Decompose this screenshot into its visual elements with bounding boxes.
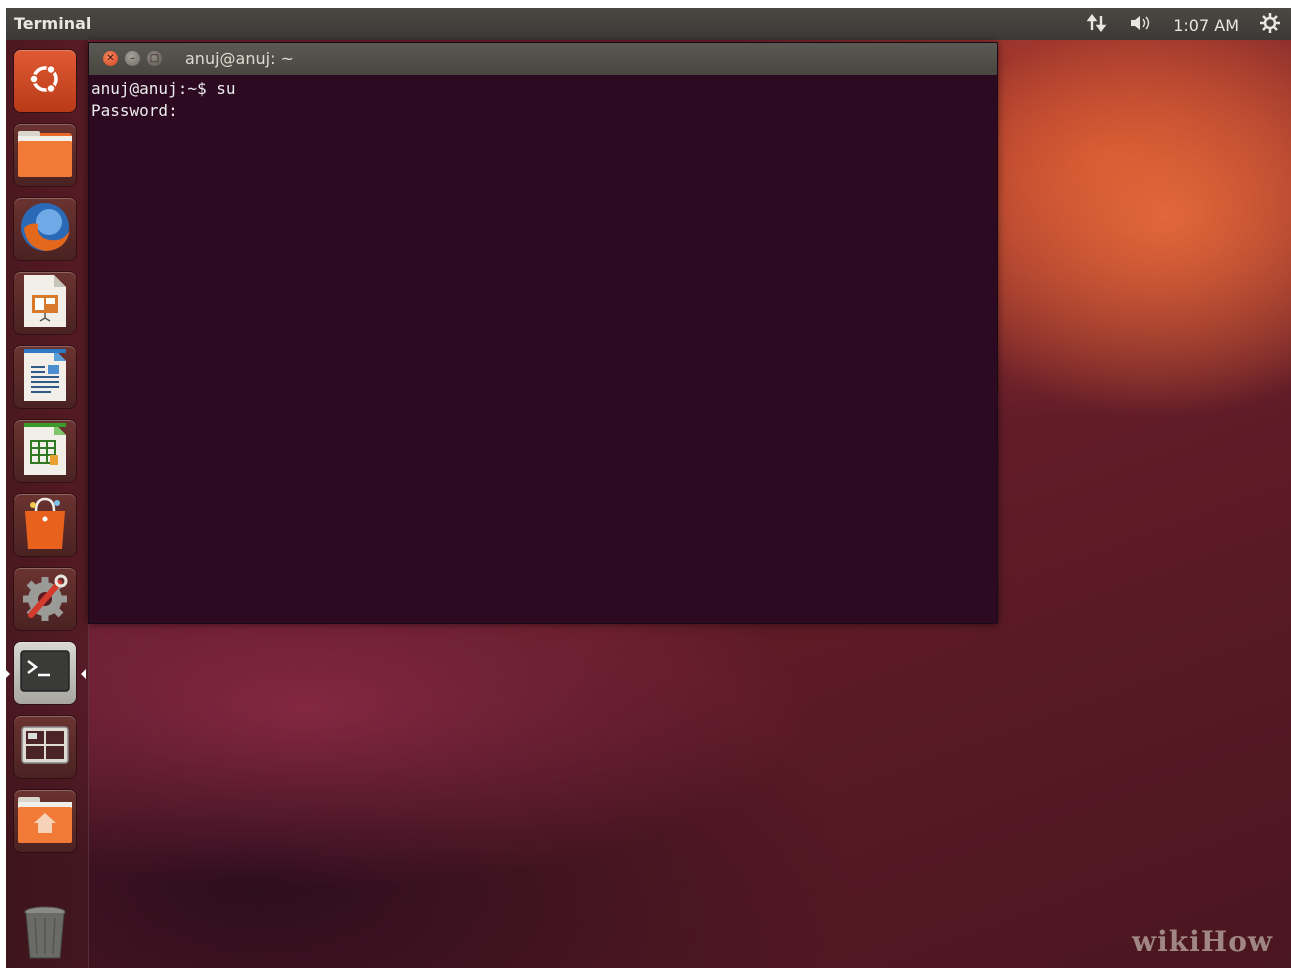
clock-time[interactable]: 1:07 AM bbox=[1173, 16, 1239, 35]
launcher-item-home-folder[interactable] bbox=[14, 790, 76, 852]
trash-icon bbox=[21, 904, 69, 966]
terminal-window[interactable]: ✕ – □ anuj@anuj: ~ anuj@anuj:~$ su Passw… bbox=[88, 42, 998, 624]
folder-icon bbox=[16, 127, 74, 183]
launcher-item-impress[interactable] bbox=[14, 272, 76, 334]
ubuntu-logo-icon bbox=[25, 59, 65, 103]
session-gear-icon[interactable] bbox=[1259, 12, 1281, 39]
terminal-icon bbox=[19, 649, 71, 697]
maximize-window-button[interactable]: □ bbox=[147, 51, 162, 66]
launcher-item-terminal[interactable] bbox=[6, 642, 86, 704]
unity-launcher bbox=[6, 40, 89, 968]
close-window-button[interactable]: ✕ bbox=[103, 51, 118, 66]
indicator-area: 1:07 AM bbox=[1086, 12, 1281, 39]
home-folder-icon bbox=[16, 793, 74, 849]
wikihow-watermark: wikiHow bbox=[1132, 925, 1273, 958]
launcher-item-calc[interactable] bbox=[14, 420, 76, 482]
close-icon: ✕ bbox=[106, 53, 115, 64]
terminal-output[interactable]: anuj@anuj:~$ su Password: bbox=[89, 75, 997, 623]
launcher-item-system-settings[interactable] bbox=[14, 568, 76, 630]
launcher-item-writer[interactable] bbox=[14, 346, 76, 408]
launcher-item-trash[interactable] bbox=[14, 904, 76, 966]
launcher-item-files[interactable] bbox=[14, 124, 76, 186]
launcher-item-dash[interactable] bbox=[14, 50, 76, 112]
window-titlebar[interactable]: ✕ – □ anuj@anuj: ~ bbox=[89, 43, 997, 75]
volume-icon[interactable] bbox=[1129, 13, 1153, 38]
firefox-icon bbox=[16, 198, 74, 260]
desktop: Terminal 1:07 AM ✕ – □ anuj@anuj: ~ anuj… bbox=[6, 8, 1291, 968]
workspaces-icon bbox=[20, 725, 70, 769]
spreadsheet-icon bbox=[20, 421, 70, 481]
presentation-icon bbox=[20, 273, 70, 333]
settings-gear-icon bbox=[17, 569, 73, 629]
top-panel: Terminal 1:07 AM bbox=[6, 8, 1291, 40]
watermark-wiki: wiki bbox=[1131, 925, 1201, 958]
maximize-icon: □ bbox=[149, 53, 160, 64]
launcher-item-firefox[interactable] bbox=[14, 198, 76, 260]
shopping-bag-icon bbox=[19, 495, 71, 555]
document-icon bbox=[20, 347, 70, 407]
terminal-line-command: anuj@anuj:~$ su bbox=[91, 79, 236, 98]
window-title: anuj@anuj: ~ bbox=[185, 49, 294, 68]
network-icon[interactable] bbox=[1086, 13, 1109, 38]
minimize-icon: – bbox=[130, 53, 135, 64]
terminal-line-password-prompt: Password: bbox=[91, 101, 178, 120]
launcher-item-workspace-switcher[interactable] bbox=[14, 716, 76, 778]
minimize-window-button[interactable]: – bbox=[125, 51, 140, 66]
watermark-how: How bbox=[1200, 925, 1273, 958]
launcher-item-software-center[interactable] bbox=[14, 494, 76, 556]
active-app-title: Terminal bbox=[14, 14, 92, 33]
